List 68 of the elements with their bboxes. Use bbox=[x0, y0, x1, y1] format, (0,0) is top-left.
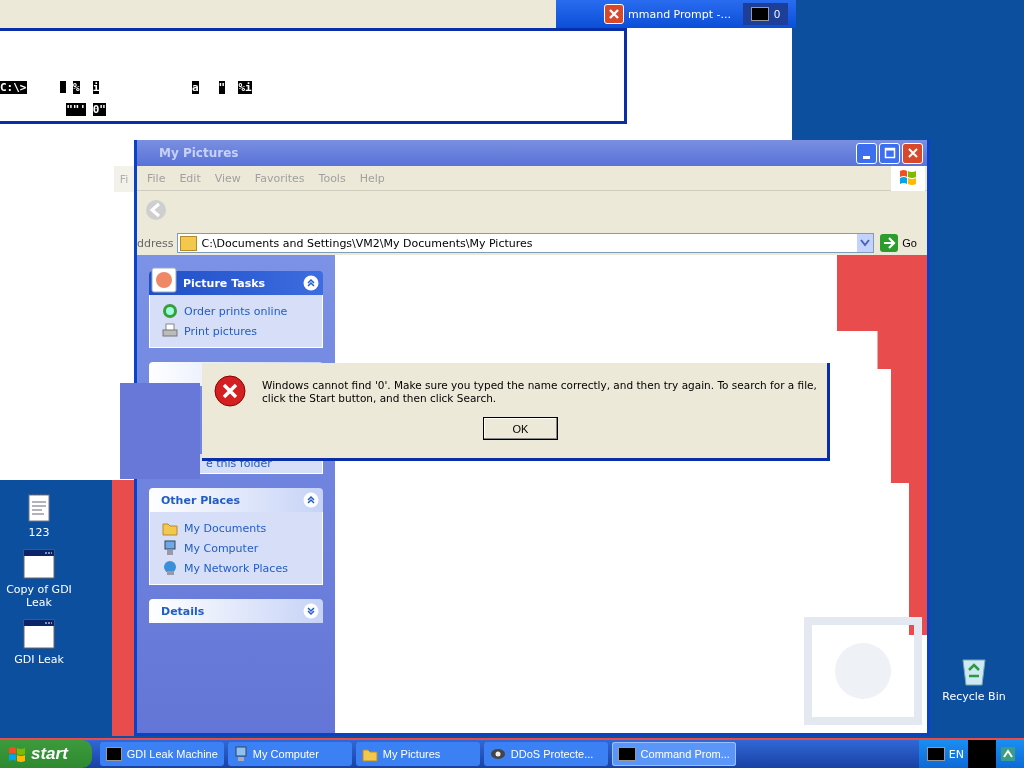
window-title: mmand Prompt -... bbox=[628, 7, 732, 21]
console-text: i bbox=[92, 81, 100, 94]
task-link[interactable]: My Computer bbox=[184, 541, 259, 555]
close-icon bbox=[906, 147, 919, 159]
flag-logo-icon bbox=[8, 746, 26, 762]
folder-icon bbox=[180, 235, 198, 251]
close-button[interactable] bbox=[902, 142, 923, 164]
console-icon[interactable] bbox=[926, 747, 945, 761]
computer-icon bbox=[162, 540, 178, 556]
error-message: Windows cannot find '0'. Make sure you typed the name correctly, and then try again. To search for a file, click the Start button, and then click Search. bbox=[262, 379, 818, 405]
console-text: % bbox=[72, 81, 80, 94]
collapse-icon[interactable] bbox=[303, 275, 319, 291]
notepad-icon[interactable] bbox=[28, 492, 50, 522]
icon-label[interactable]: Recycle Bin bbox=[937, 690, 1011, 703]
panel-header[interactable]: Details bbox=[149, 599, 323, 623]
address-field[interactable]: C:\Documents and Settings\VM2\My Documents\My Pictures bbox=[177, 233, 875, 253]
expand-icon[interactable] bbox=[303, 603, 319, 619]
recycle-bin-icon[interactable] bbox=[959, 656, 989, 686]
printer-icon bbox=[162, 323, 178, 339]
console-icon bbox=[750, 7, 769, 21]
program-icon bbox=[489, 746, 506, 762]
task-link[interactable]: My Documents bbox=[184, 521, 267, 535]
picture-icon bbox=[151, 267, 177, 293]
program-window-icon[interactable] bbox=[23, 619, 55, 649]
console-icon bbox=[105, 747, 122, 761]
maximize-button[interactable] bbox=[879, 142, 900, 164]
minimize-button[interactable] bbox=[856, 142, 877, 164]
program-window-icon[interactable] bbox=[23, 549, 55, 579]
panel-header[interactable]: Other Places bbox=[149, 488, 323, 512]
computer-icon bbox=[233, 746, 248, 762]
address-label: ddress bbox=[137, 236, 174, 250]
collapse-icon[interactable] bbox=[303, 492, 319, 508]
folder-icon bbox=[361, 746, 378, 762]
taskbar-button[interactable]: Command Prom... bbox=[611, 742, 736, 766]
maximize-icon bbox=[883, 147, 896, 159]
icon-label[interactable]: 123 bbox=[2, 526, 76, 539]
error-icon bbox=[214, 375, 246, 407]
language-indicator[interactable]: EN bbox=[948, 747, 964, 761]
taskbar-button[interactable]: My Pictures bbox=[355, 742, 480, 766]
task-link[interactable]: Order prints online bbox=[184, 304, 288, 318]
folder-icon bbox=[162, 520, 178, 536]
console-icon bbox=[617, 747, 636, 761]
task-link[interactable]: My Network Places bbox=[184, 561, 288, 575]
taskbar-button[interactable]: My Computer bbox=[227, 742, 352, 766]
icon-label[interactable]: Copy of GDI Leak bbox=[2, 583, 76, 609]
taskbar-button[interactable]: DDoS Protecte... bbox=[483, 742, 608, 766]
task-link[interactable]: Print pictures bbox=[184, 324, 257, 338]
close-icon bbox=[607, 7, 621, 21]
console-text: _ bbox=[59, 81, 67, 94]
ok-button[interactable]: OK bbox=[483, 417, 558, 440]
flag-logo-icon bbox=[891, 165, 925, 191]
arrow-icon bbox=[880, 234, 899, 252]
console-text: %i bbox=[238, 81, 252, 94]
task-button[interactable]: 0 bbox=[742, 3, 788, 25]
go-button[interactable]: Go bbox=[878, 234, 925, 252]
window-title: My Pictures bbox=[159, 146, 239, 160]
minimize-icon bbox=[863, 155, 870, 159]
console-text: ""' bbox=[66, 103, 87, 116]
console-text: " bbox=[218, 81, 226, 94]
console-text: C:\> bbox=[0, 81, 27, 94]
globe-icon bbox=[162, 303, 178, 319]
close-button[interactable] bbox=[604, 4, 624, 24]
console-text: a bbox=[192, 81, 199, 94]
icon-label[interactable]: GDI Leak bbox=[2, 653, 76, 666]
start-button[interactable]: start bbox=[0, 740, 92, 768]
screen-artifact bbox=[968, 740, 996, 768]
taskbar-button[interactable]: GDI Leak Machine bbox=[99, 742, 224, 766]
console-text: 0" bbox=[92, 103, 106, 116]
